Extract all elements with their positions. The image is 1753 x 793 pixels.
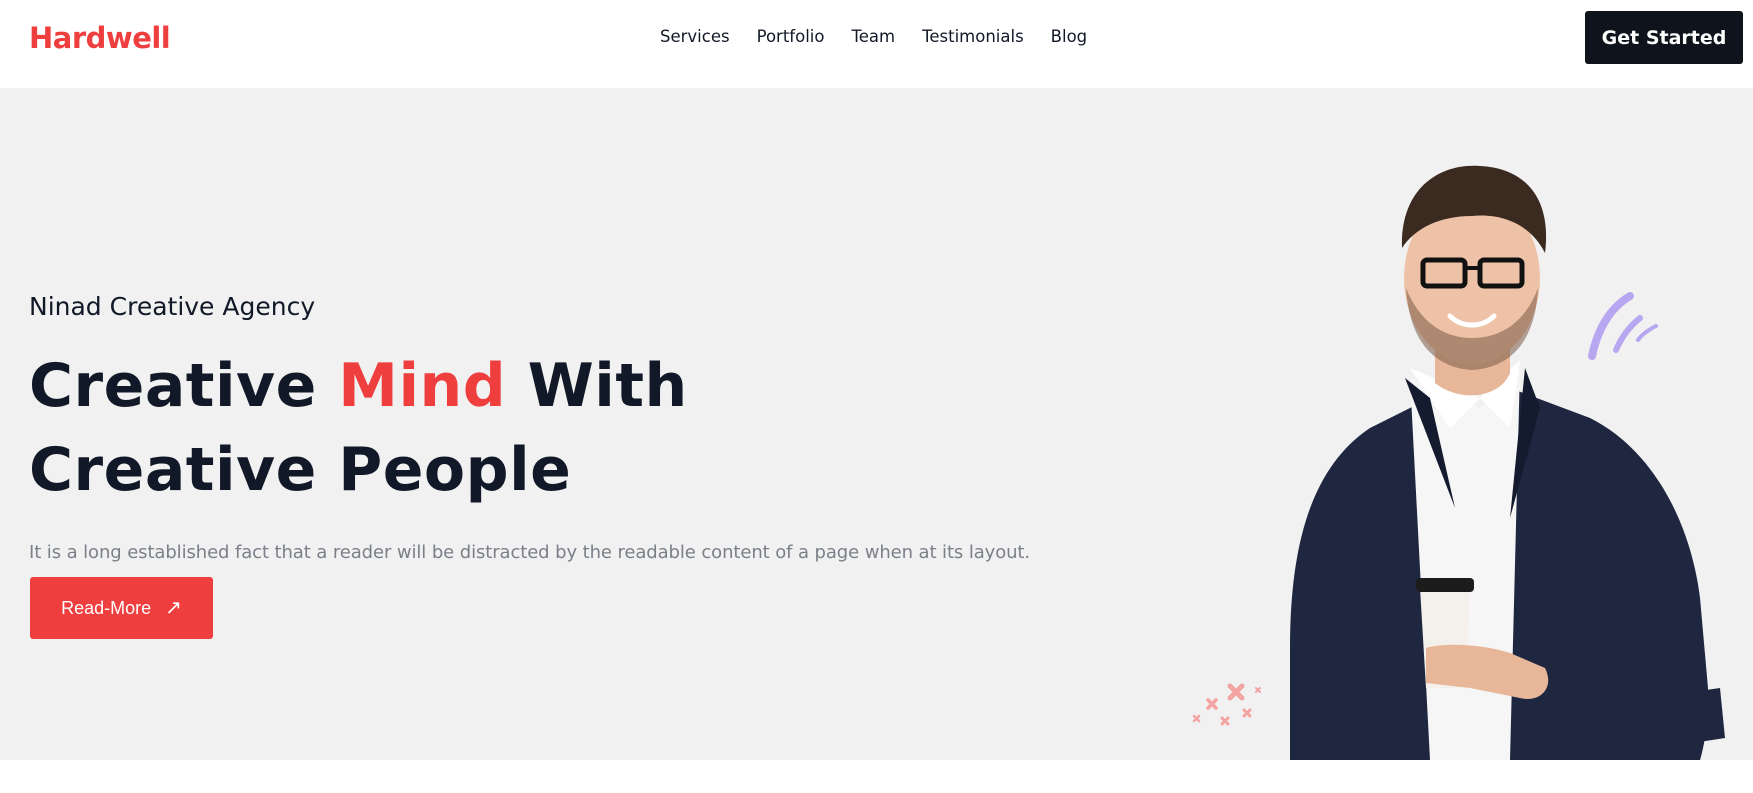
nav-item-portfolio[interactable]: Portfolio xyxy=(757,26,825,48)
hero-person-image xyxy=(1290,165,1725,760)
hero-section: Ninad Creative Agency Creative Mind With… xyxy=(0,88,1753,760)
hero-eyebrow: Ninad Creative Agency xyxy=(29,292,316,321)
hero-title-part1: Creative xyxy=(29,351,339,421)
logo[interactable]: Hardwell xyxy=(29,18,171,58)
nav-item-team[interactable]: Team xyxy=(851,26,895,48)
nav-item-testimonials[interactable]: Testimonials xyxy=(922,26,1024,48)
read-more-label: Read-More xyxy=(61,597,152,618)
get-started-button[interactable]: Get Started xyxy=(1585,11,1743,64)
hero-title: Creative Mind With Creative People xyxy=(29,344,989,512)
nav-item-blog[interactable]: Blog xyxy=(1051,26,1087,48)
main-nav: Services Portfolio Team Testimonials Blo… xyxy=(660,26,1114,48)
arrow-up-right-icon: ↗ xyxy=(165,597,182,619)
nav-item-services[interactable]: Services xyxy=(660,26,730,48)
read-more-button[interactable]: Read-More ↗ xyxy=(30,577,213,639)
hero-description: It is a long established fact that a rea… xyxy=(29,542,1030,563)
hero-title-accent: Mind xyxy=(338,351,507,421)
site-header: Hardwell Services Portfolio Team Testimo… xyxy=(0,0,1753,88)
